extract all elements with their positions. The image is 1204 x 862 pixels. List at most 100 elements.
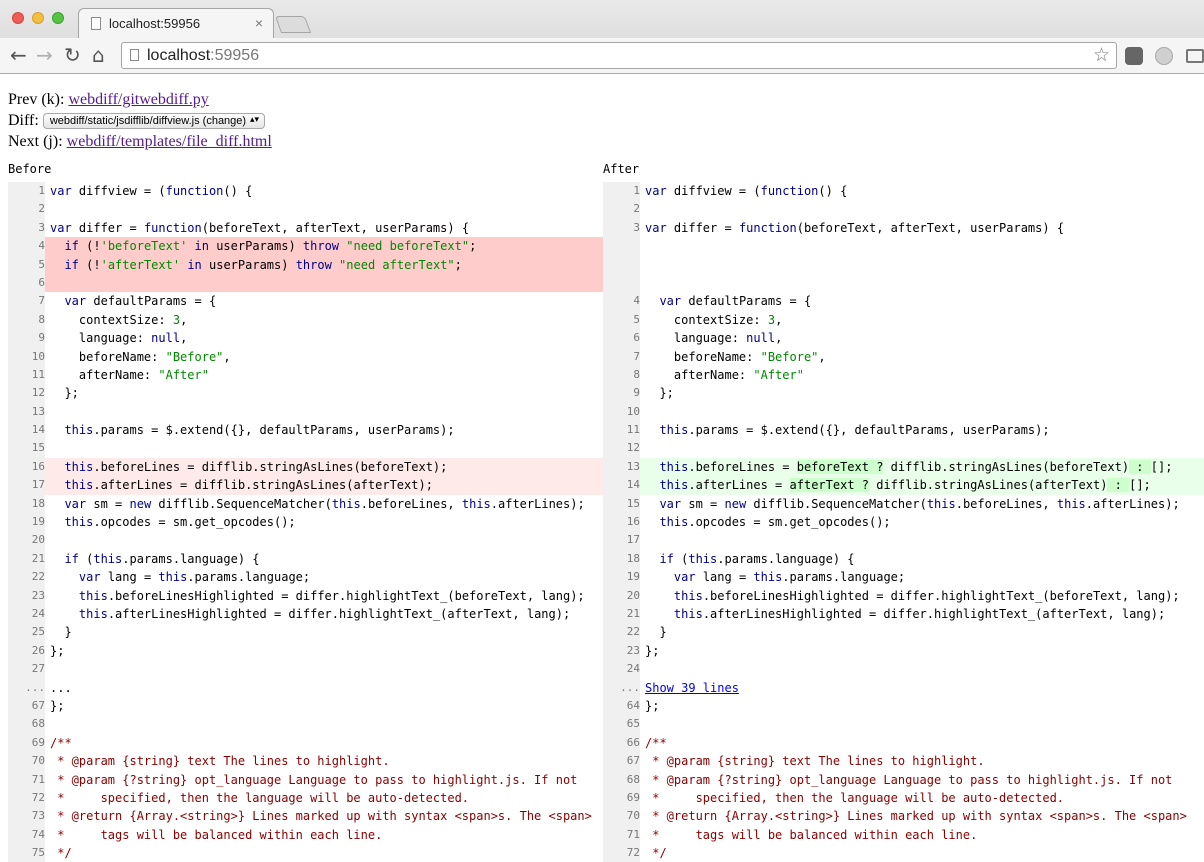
code-text: * @param {?string} opt_language Language…: [645, 772, 1173, 787]
code-text: };: [50, 643, 65, 658]
back-icon[interactable]: ←: [10, 44, 27, 66]
tab-localhost[interactable]: localhost:59956 ×: [78, 8, 274, 38]
code-row: 12: [603, 439, 1204, 458]
code-text: }: [50, 625, 72, 640]
code-text: };: [645, 698, 660, 713]
line-number: 21: [8, 549, 45, 569]
line-number: 7: [8, 292, 45, 311]
line-number: 3: [8, 218, 45, 238]
line-number: 22: [8, 568, 45, 587]
code-row: 7 var defaultParams = {: [8, 292, 603, 311]
zoom-window-button[interactable]: [52, 12, 64, 24]
line-number: 1: [603, 182, 640, 201]
cast-extension-icon[interactable]: [1186, 49, 1204, 63]
pocket-extension-icon[interactable]: [1125, 47, 1143, 65]
code-row: 19 var lang = this.params.language;: [603, 568, 1204, 587]
code-row: 2: [8, 200, 603, 219]
code-row: 72 * specified, then the language will b…: [8, 788, 603, 808]
code-row: 7 beforeName: "Before",: [603, 347, 1204, 366]
line-number: 16: [603, 513, 640, 532]
after-code: 1 var diffview = (function() {2 3 var diffe…: [603, 182, 1204, 862]
prev-label: Prev (k):: [8, 91, 69, 108]
code-text: this.params = $.extend({}, defaultParams…: [659, 423, 1050, 438]
code-text: contextSize: 3,: [645, 312, 783, 327]
line-number: 15: [603, 494, 640, 514]
code-row: 67};: [8, 696, 603, 716]
diff-label: Diff:: [8, 112, 43, 129]
code-text: /**: [50, 735, 72, 750]
show-hidden-lines-link[interactable]: Show 39 lines: [645, 681, 739, 695]
diff-row: Diff: webdiff/static/jsdifflib/diffview.…: [8, 110, 272, 131]
code-text: this.afterLines = difflib.stringAsLines(…: [64, 478, 433, 493]
code-row: [603, 273, 1204, 293]
line-number: 70: [603, 807, 640, 826]
code-text: var diffview = (function() {: [645, 184, 848, 198]
line-number: 23: [603, 641, 640, 661]
line-number: 18: [603, 549, 640, 569]
code-row: 6 language: null,: [603, 329, 1204, 348]
bookmark-star-icon[interactable]: ☆: [1093, 44, 1110, 66]
code-text: this.beforeLines = beforeText ? difflib.…: [659, 459, 1173, 474]
line-number: 10: [8, 347, 45, 366]
line-number: 74: [8, 825, 45, 845]
line-number: 13: [8, 402, 45, 422]
code-row: 2: [603, 200, 1204, 219]
code-row: 68: [8, 715, 603, 734]
code-row: 9 };: [603, 384, 1204, 403]
tab-close-icon[interactable]: ×: [255, 15, 263, 31]
prev-row: Prev (k): webdiff/gitwebdiff.py: [8, 89, 272, 110]
code-row: 71 * tags will be balanced within each l…: [603, 825, 1204, 845]
code-text: }: [645, 625, 667, 640]
forward-icon[interactable]: →: [36, 44, 53, 66]
after-pane: After 1 var diffview = (function() {2 3 var…: [603, 162, 1204, 862]
code-text: this.beforeLinesHighlighted = differ.hig…: [673, 588, 1180, 603]
line-number: 70: [8, 752, 45, 771]
code-text: var sm = new difflib.SequenceMatcher(thi…: [64, 496, 585, 511]
code-text[interactable]: Show 39 lines: [645, 679, 1204, 697]
reload-icon[interactable]: ↻: [64, 44, 81, 66]
code-text: var differ = function(beforeText, afterT…: [50, 220, 470, 235]
code-row: 15 var sm = new difflib.SequenceMatcher(…: [603, 494, 1204, 514]
code-row: 64};: [603, 696, 1204, 716]
select-arrows-icon: ▴▾: [250, 114, 260, 124]
code-row: 10 beforeName: "Before",: [8, 347, 603, 366]
code-text: * @param {string} text The lines to high…: [645, 754, 985, 769]
code-row: 19 this.opcodes = sm.get_opcodes();: [8, 513, 603, 532]
home-icon[interactable]: ⌂: [92, 44, 105, 66]
code-row: 3 var differ = function(beforeText, after…: [8, 218, 603, 238]
diff-file-select[interactable]: webdiff/static/jsdifflib/diffview.js (ch…: [42, 113, 266, 129]
code-row: 73 * @return {Array.<string>} Lines mark…: [8, 807, 603, 826]
code-row: 23};: [603, 641, 1204, 661]
code-text: this.params = $.extend({}, defaultParams…: [64, 423, 455, 438]
new-tab-button[interactable]: [274, 16, 312, 33]
prev-file-link[interactable]: webdiff/gitwebdiff.py: [68, 91, 208, 108]
code-row: 18 if (this.params.language) {: [603, 549, 1204, 569]
code-text: };: [645, 643, 660, 658]
minimize-window-button[interactable]: [32, 12, 44, 24]
line-number: 12: [603, 439, 640, 458]
line-number: 3: [603, 218, 640, 238]
line-number: 8: [8, 310, 45, 330]
next-file-link[interactable]: webdiff/templates/file_diff.html: [67, 133, 272, 150]
before-code: 1 var diffview = (function() {2 3 var diffe…: [8, 182, 603, 862]
address-bar[interactable]: localhost:59956 ☆: [121, 42, 1117, 69]
after-title: After: [603, 162, 640, 176]
code-row: 1 var diffview = (function() {: [603, 182, 1204, 201]
code-text: this.opcodes = sm.get_opcodes();: [659, 515, 891, 530]
code-row: 11 this.params = $.extend({}, defaultPar…: [603, 421, 1204, 440]
code-row: 66 /**: [603, 733, 1204, 753]
code-row: 17: [603, 531, 1204, 550]
line-number: 2: [8, 200, 45, 219]
close-window-button[interactable]: [12, 12, 24, 24]
line-number: 22: [603, 623, 640, 642]
line-number: 1: [8, 182, 45, 201]
code-row: 21 if (this.params.language) {: [8, 549, 603, 569]
code-row: 13: [8, 402, 603, 422]
line-number: 71: [8, 770, 45, 789]
tab-title: localhost:59956: [109, 16, 201, 31]
code-text: afterName: "After": [645, 367, 804, 382]
line-number: 7: [603, 347, 640, 366]
code-row: 23 this.beforeLinesHighlighted = differ.…: [8, 586, 603, 605]
sync-extension-icon[interactable]: [1155, 47, 1173, 65]
line-number: 20: [8, 531, 45, 550]
